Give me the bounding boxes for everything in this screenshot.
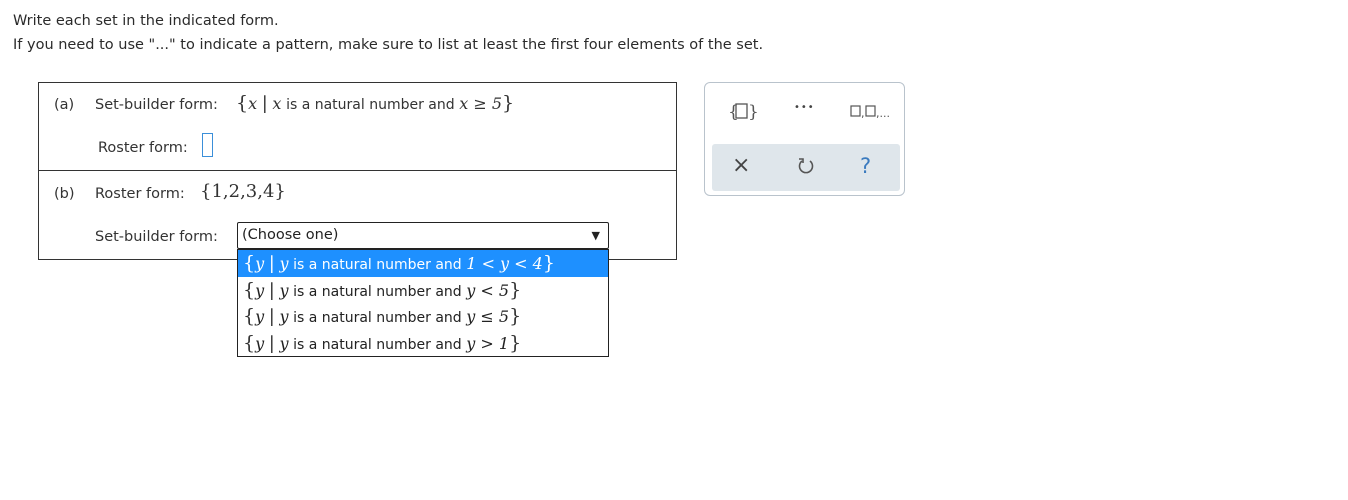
dropdown-arrow-icon[interactable]: ▼ <box>592 229 600 242</box>
part-b-roster-label: Roster form: <box>95 186 185 202</box>
undo-icon <box>798 158 814 174</box>
set-variable-repeat: x <box>272 94 282 113</box>
part-a-roster-label: Roster form: <box>98 140 188 156</box>
open-brace: { <box>243 305 256 327</box>
part-a-set-expression: {x | x is a natural number and x ≥ 5} <box>236 92 514 114</box>
part-b-roster-set: {1,2,3,4} <box>200 181 286 202</box>
set-variable: x <box>248 94 258 113</box>
close-brace: } <box>502 92 515 114</box>
palette-action-row: × ? <box>712 144 900 191</box>
option-text: is a natural number and <box>293 284 462 300</box>
setbuilder-options-menu: {y | y is a natural number and 1 < y < 4… <box>237 249 609 357</box>
help-button[interactable]: ? <box>860 154 871 178</box>
option-variable: y <box>255 334 265 353</box>
svg-text:,...: ,... <box>876 107 890 120</box>
option-variable: y <box>255 254 265 273</box>
option-text: is a natural number and <box>293 337 462 353</box>
open-brace: { <box>236 92 249 114</box>
instruction-line-1: Write each set in the indicated form. <box>13 13 279 29</box>
part-a-tag: (a) <box>54 97 75 113</box>
set-inequality: x ≥ 5 <box>459 94 503 113</box>
option-4[interactable]: {y | y is a natural number and y > 1} <box>238 330 608 357</box>
setbuilder-select[interactable]: (Choose one) ▼ <box>237 222 609 249</box>
open-brace: { <box>243 332 256 354</box>
option-variable: y <box>255 281 265 300</box>
svg-text:}: } <box>748 102 757 122</box>
such-that-bar: | <box>268 306 275 327</box>
set-braces-icon: { } <box>728 102 759 122</box>
svg-text:,: , <box>861 107 865 120</box>
list-icon: , ,... <box>850 105 890 120</box>
such-that-bar: | <box>268 333 275 354</box>
close-brace: } <box>542 252 555 274</box>
option-expression: y < 5 <box>466 281 510 300</box>
ellipsis-button[interactable]: ••• <box>794 102 815 113</box>
instruction-line-2: If you need to use "..." to indicate a p… <box>13 37 764 53</box>
close-brace: } <box>509 279 522 301</box>
svg-text:{: { <box>728 102 739 122</box>
option-3[interactable]: {y | y is a natural number and y ≤ 5} <box>238 303 608 330</box>
option-expression: 1 < y < 4 <box>466 254 543 273</box>
option-text: is a natural number and <box>293 310 462 326</box>
close-brace: } <box>509 305 522 327</box>
roster-answer-input[interactable] <box>202 133 213 157</box>
undo-button[interactable] <box>796 156 816 176</box>
part-a-panel: (a) Set-builder form: {x | x is a natura… <box>38 82 677 172</box>
option-1[interactable]: {y | y is a natural number and 1 < y < 4… <box>238 250 608 277</box>
option-variable-repeat: y <box>279 254 289 273</box>
part-b-tag: (b) <box>54 186 75 202</box>
set-condition-text: is a natural number and <box>286 97 455 113</box>
part-b-setbuilder-label: Set-builder form: <box>95 229 218 245</box>
option-expression: y > 1 <box>466 334 510 353</box>
option-variable: y <box>255 307 265 326</box>
set-braces-button[interactable]: { } <box>727 99 759 123</box>
part-a-setbuilder-label: Set-builder form: <box>95 97 218 113</box>
such-that-bar: | <box>261 93 268 114</box>
clear-button[interactable]: × <box>732 153 750 178</box>
such-that-bar: | <box>268 253 275 274</box>
option-expression: y ≤ 5 <box>466 307 510 326</box>
such-that-bar: | <box>268 280 275 301</box>
option-text: is a natural number and <box>293 257 462 273</box>
close-brace: } <box>509 332 522 354</box>
option-variable-repeat: y <box>279 334 289 353</box>
option-variable-repeat: y <box>279 307 289 326</box>
option-variable-repeat: y <box>279 281 289 300</box>
select-value: (Choose one) <box>242 227 339 243</box>
math-palette: { } ••• , ,... × ? <box>704 82 905 196</box>
option-2[interactable]: {y | y is a natural number and y < 5} <box>238 277 608 304</box>
open-brace: { <box>243 279 256 301</box>
open-brace: { <box>243 252 256 274</box>
list-button[interactable]: , ,... <box>850 103 894 121</box>
